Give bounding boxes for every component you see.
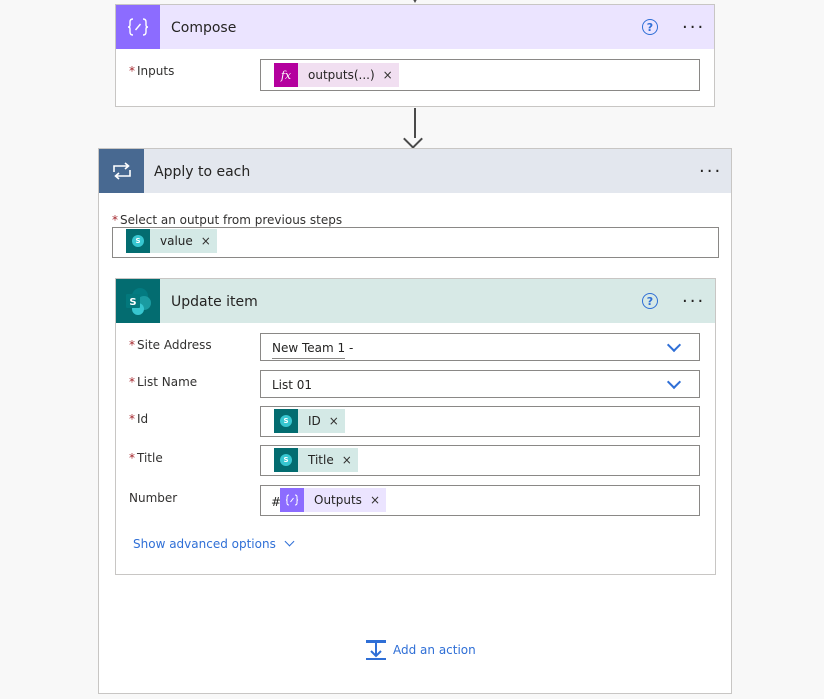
remove-token-icon[interactable]: ×: [342, 453, 358, 467]
title-label: * Title: [129, 451, 163, 465]
compose-header[interactable]: Compose ? ···: [116, 5, 714, 49]
site-address-dropdown[interactable]: New Team 1 -: [260, 333, 700, 361]
sharepoint-icon: S: [274, 448, 298, 472]
expression-token[interactable]: fx outputs(...) ×: [274, 63, 399, 87]
list-name-label: * List Name: [129, 375, 198, 389]
add-action-button[interactable]: Add an action: [365, 639, 476, 661]
apply-to-each-header[interactable]: Apply to each ···: [99, 149, 731, 193]
loop-icon: [99, 149, 144, 193]
number-field[interactable]: # Outputs ×: [260, 485, 700, 516]
outputs-token[interactable]: Outputs ×: [280, 488, 386, 512]
value-underline: [272, 358, 345, 359]
chevron-down-icon[interactable]: [666, 374, 682, 390]
compose-card: Compose ? ··· * Inputs fx outputs(...) ×: [115, 4, 715, 107]
help-circle-icon[interactable]: ?: [642, 293, 658, 309]
compose-braces-icon: [280, 488, 304, 512]
sharepoint-icon: S: [116, 279, 160, 323]
select-output-label: * Select an output from previous steps: [112, 213, 343, 227]
update-item-header[interactable]: S Update item ? ···: [116, 279, 715, 323]
id-token[interactable]: S ID ×: [274, 409, 345, 433]
svg-text:S: S: [129, 297, 136, 308]
more-dots-icon[interactable]: ···: [682, 293, 705, 311]
update-item-title: Update item: [171, 294, 258, 310]
id-field[interactable]: S ID ×: [260, 406, 700, 437]
select-output-field[interactable]: S value ×: [112, 227, 719, 258]
inputs-field[interactable]: fx outputs(...) ×: [260, 59, 700, 91]
title-field[interactable]: S Title ×: [260, 445, 700, 476]
site-address-label: * Site Address: [129, 338, 212, 352]
chevron-down-icon[interactable]: [666, 337, 682, 353]
compose-title: Compose: [171, 20, 237, 36]
compose-braces-icon: [116, 5, 160, 49]
remove-token-icon[interactable]: ×: [370, 493, 386, 507]
more-dots-icon[interactable]: ···: [682, 19, 705, 37]
number-label: Number: [129, 491, 178, 505]
more-dots-icon[interactable]: ···: [699, 163, 722, 181]
apply-to-each-card: Apply to each ··· * Select an output from…: [98, 148, 732, 694]
remove-token-icon[interactable]: ×: [329, 414, 345, 428]
update-item-card: S Update item ? ··· * Site Address New Te…: [115, 278, 716, 575]
id-label: * Id: [129, 412, 149, 426]
list-name-dropdown[interactable]: List 01: [260, 370, 700, 398]
inputs-label: * Inputs: [129, 64, 175, 78]
chevron-down-icon: [284, 536, 295, 547]
connector-arrow-icon: [403, 129, 423, 149]
remove-token-icon[interactable]: ×: [201, 234, 217, 248]
value-token[interactable]: S value ×: [126, 229, 217, 253]
remove-token-icon[interactable]: ×: [383, 68, 399, 82]
site-address-value: New Team 1 -: [272, 341, 354, 355]
connector-arrow-top: [410, 0, 420, 3]
add-action-icon: [366, 640, 386, 660]
help-circle-icon[interactable]: ?: [642, 19, 658, 35]
show-advanced-options-link[interactable]: Show advanced options: [133, 536, 295, 551]
title-token[interactable]: S Title ×: [274, 448, 358, 472]
fx-icon: fx: [274, 63, 298, 87]
apply-to-each-title: Apply to each: [154, 164, 251, 180]
list-name-value: List 01: [272, 378, 313, 392]
sharepoint-icon: S: [126, 229, 150, 253]
sharepoint-icon: S: [274, 409, 298, 433]
